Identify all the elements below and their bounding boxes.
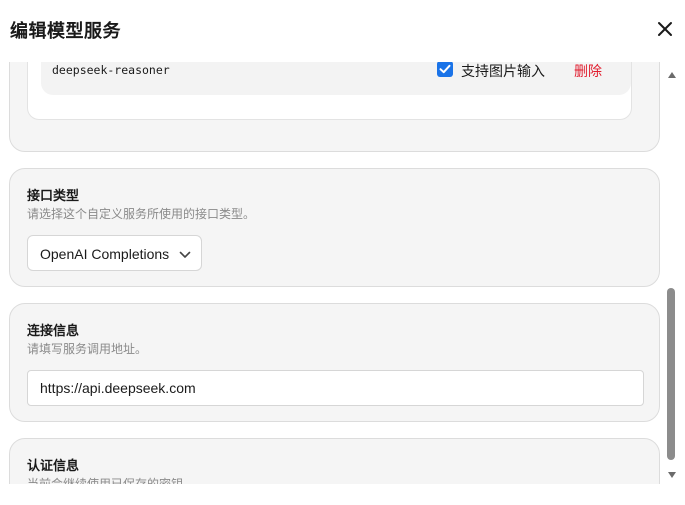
section-description: 当前会继续使用已保存的密钥。 xyxy=(27,477,196,484)
interface-type-select[interactable]: OpenAI Completions xyxy=(27,235,202,271)
delete-model-button[interactable]: 删除 xyxy=(574,62,602,81)
service-url-input[interactable] xyxy=(27,370,644,406)
models-section: deepseek-reasoner 支持图片输入 删除 xyxy=(9,62,660,152)
dialog-body[interactable]: deepseek-reasoner 支持图片输入 删除 接口类型 请选择这个自定… xyxy=(0,62,685,484)
chevron-down-icon xyxy=(179,248,191,260)
model-name: deepseek-reasoner xyxy=(52,63,170,77)
connection-section: 连接信息 请填写服务调用地址。 xyxy=(9,303,660,422)
scroll-down-arrow-icon[interactable] xyxy=(668,472,676,478)
interface-type-section: 接口类型 请选择这个自定义服务所使用的接口类型。 OpenAI Completi… xyxy=(9,168,660,287)
section-title: 接口类型 xyxy=(27,188,80,203)
model-row: deepseek-reasoner 支持图片输入 删除 xyxy=(41,62,631,95)
scroll-up-arrow-icon[interactable] xyxy=(668,72,676,78)
scrollbar-thumb[interactable] xyxy=(667,288,675,460)
section-description: 请选择这个自定义服务所使用的接口类型。 xyxy=(27,207,256,221)
close-icon[interactable] xyxy=(656,20,674,38)
model-list: deepseek-reasoner 支持图片输入 删除 xyxy=(27,62,632,120)
section-title: 认证信息 xyxy=(27,458,80,473)
supports-image-checkbox[interactable] xyxy=(437,62,453,77)
supports-image-label[interactable]: 支持图片输入 xyxy=(461,62,545,81)
section-description: 请填写服务调用地址。 xyxy=(27,342,148,356)
interface-type-value: OpenAI Completions xyxy=(40,246,170,262)
section-title: 连接信息 xyxy=(27,323,80,338)
dialog-header: 编辑模型服务 xyxy=(0,0,685,60)
auth-section: 认证信息 当前会继续使用已保存的密钥。 xyxy=(9,438,660,484)
dialog-title: 编辑模型服务 xyxy=(10,21,121,41)
